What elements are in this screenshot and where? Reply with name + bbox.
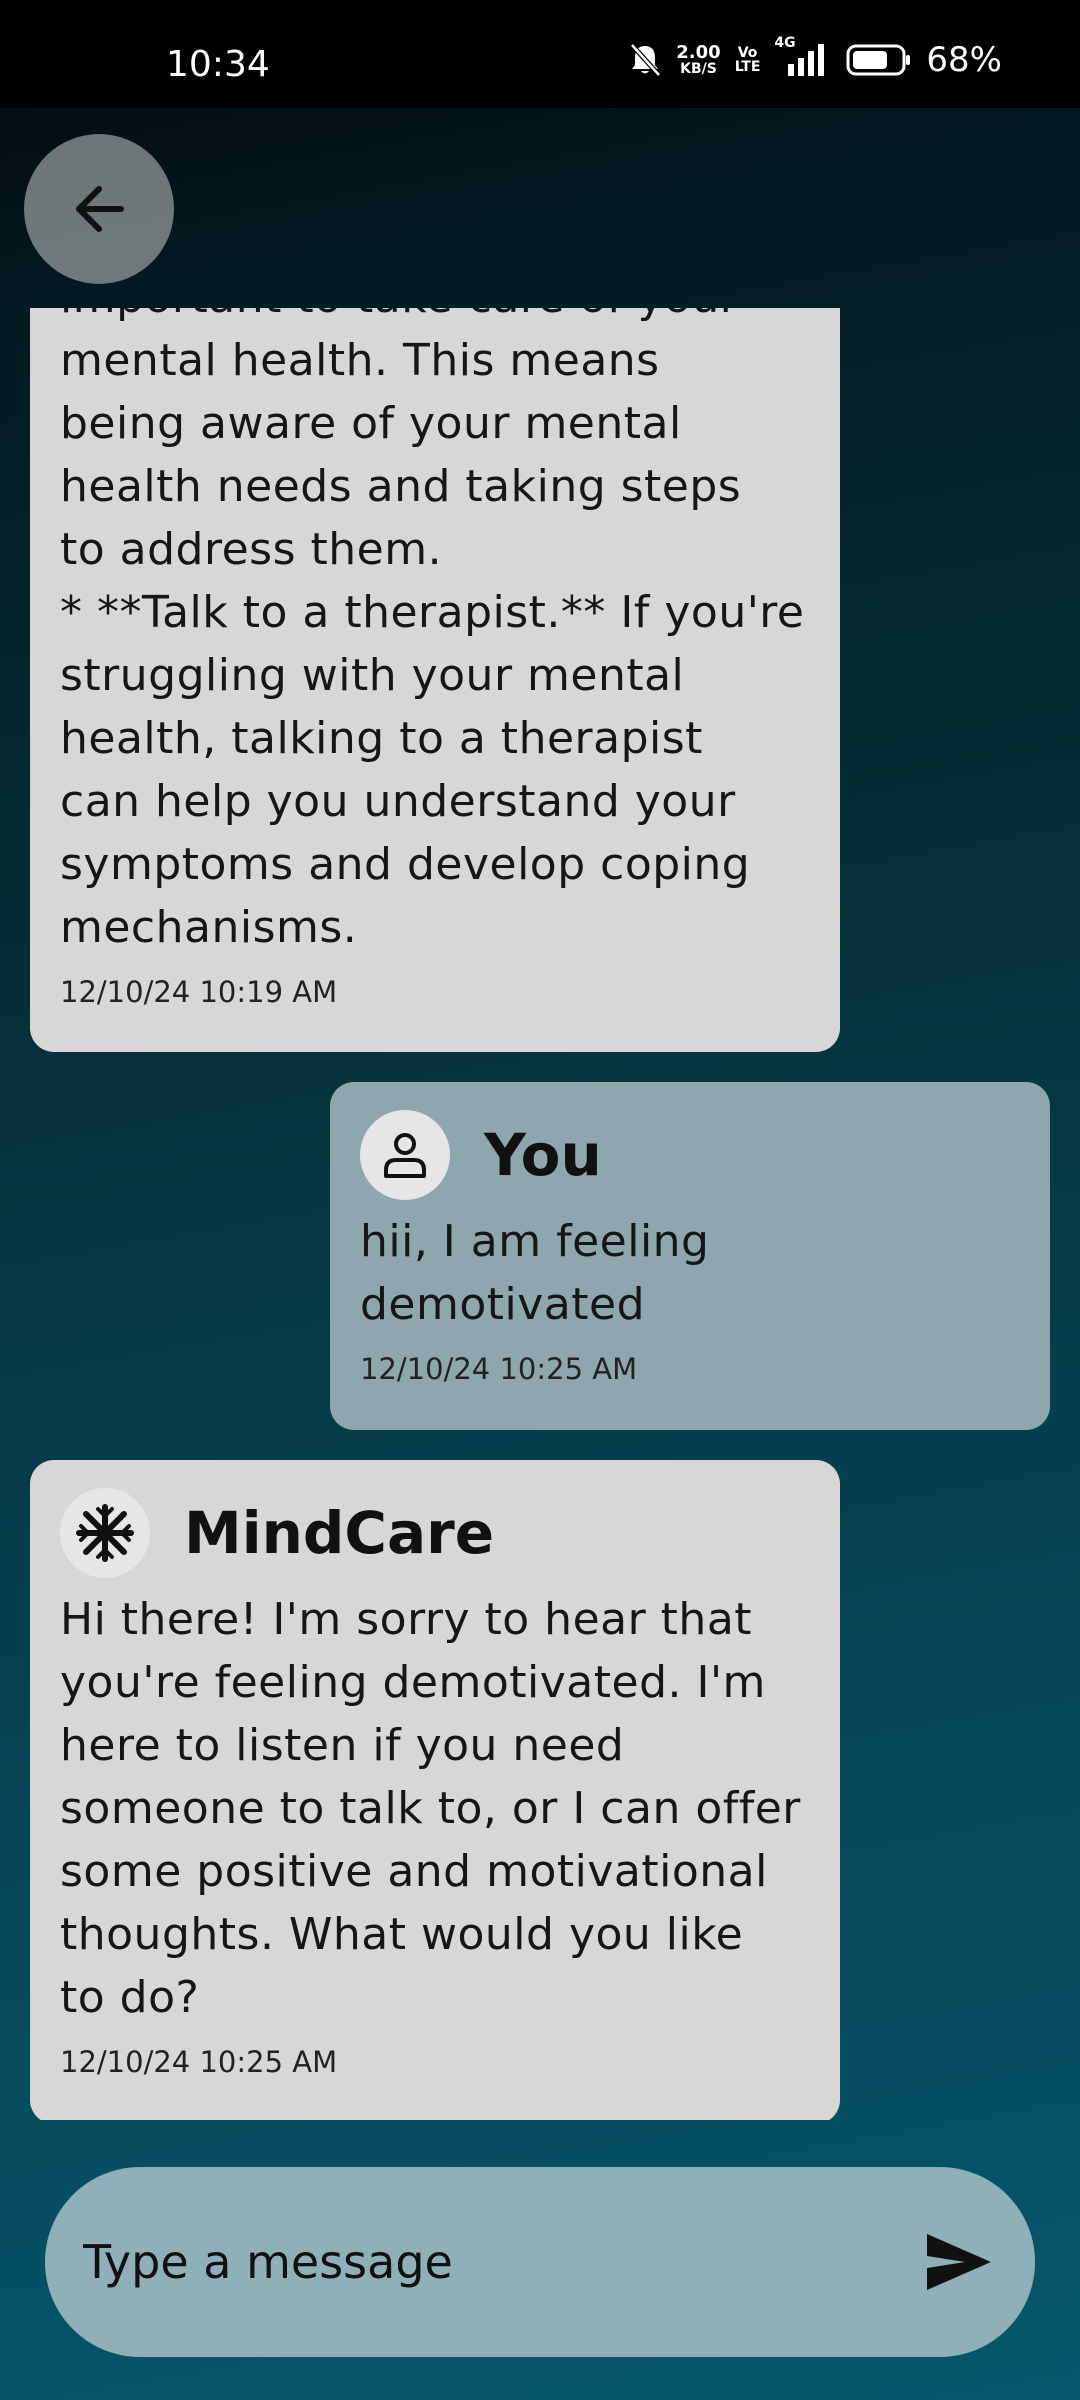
message-bubble-bot: MindCare Hi there! I'm sorry to hear tha… <box>30 1460 840 2120</box>
arrow-left-icon <box>76 186 124 232</box>
message-timestamp: 12/10/24 10:25 AM <box>60 2045 338 2079</box>
message-text: Hi there! I'm sorry to hear that you're … <box>60 1594 801 2023</box>
status-icons: 2.00 KB/S Vo LTE 4G 68% <box>628 36 1002 80</box>
bot-avatar <box>60 1488 150 1578</box>
message-timestamp: 12/10/24 10:19 AM <box>60 975 338 1009</box>
network-type: 4G <box>774 35 796 51</box>
person-icon <box>384 1133 426 1178</box>
snowflake-icon <box>76 1504 134 1562</box>
signal-icon: 4G <box>774 36 832 78</box>
network-speed-value: 2.00 <box>676 42 721 63</box>
status-time: 10:34 <box>166 44 270 85</box>
message-bubble-user: You hii, I am feeling demotivated 12/10/… <box>330 1082 1050 1430</box>
sender-row: You <box>360 1110 1020 1200</box>
sender-name: MindCare <box>184 1499 495 1567</box>
back-button[interactable] <box>24 134 174 284</box>
message-bubble-bot: important to take care of your mental he… <box>30 308 840 1052</box>
send-icon <box>927 2234 991 2290</box>
message-input[interactable] <box>83 2235 919 2289</box>
status-bar: 10:34 2.00 KB/S Vo LTE 4G 68% <box>0 0 1080 108</box>
sender-row: MindCare <box>60 1488 810 1578</box>
volte-top: Vo <box>737 45 758 61</box>
message-timestamp: 12/10/24 10:25 AM <box>360 1352 638 1386</box>
battery-icon <box>846 43 912 77</box>
network-speed: 2.00 KB/S <box>676 42 721 77</box>
sender-name: You <box>484 1121 602 1189</box>
message-text: hii, I am feeling demotivated <box>360 1216 710 1330</box>
user-avatar <box>360 1110 450 1200</box>
send-button[interactable] <box>919 2222 999 2302</box>
volte-badge: Vo LTE <box>735 46 761 74</box>
battery-percent: 68% <box>926 40 1002 80</box>
message-text: important to take care of your mental he… <box>60 308 805 953</box>
bell-muted-icon <box>628 42 662 78</box>
volte-bottom: LTE <box>734 59 761 75</box>
message-composer <box>45 2167 1035 2357</box>
message-list[interactable]: important to take care of your mental he… <box>0 308 1080 2120</box>
network-speed-unit: KB/S <box>680 61 717 77</box>
